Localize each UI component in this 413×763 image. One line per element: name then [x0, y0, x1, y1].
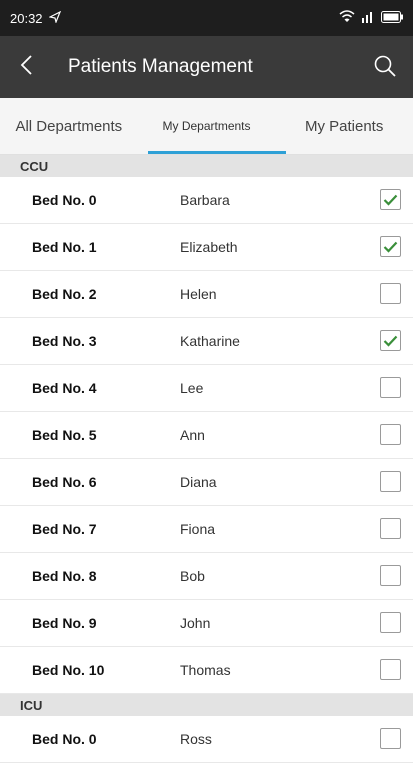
search-button[interactable]: [365, 48, 405, 88]
patient-row[interactable]: Bed No. 5 Ann: [0, 412, 413, 459]
patient-checkbox[interactable]: [380, 518, 401, 539]
patient-name: Diana: [180, 474, 217, 490]
back-button[interactable]: [0, 36, 54, 98]
checkmark-icon: [383, 241, 398, 253]
status-bar: 20:32: [0, 0, 413, 36]
patient-name: Barbara: [180, 192, 230, 208]
patient-name: Ann: [180, 427, 205, 443]
patient-row[interactable]: Bed No. 1 Elizabeth: [0, 224, 413, 271]
bed-number: Bed No. 8: [32, 568, 97, 584]
patient-name: Fiona: [180, 521, 216, 537]
patient-row[interactable]: Bed No. 3 Katharine: [0, 318, 413, 365]
bed-number: Bed No. 2: [32, 286, 97, 302]
patient-checkbox[interactable]: [380, 565, 401, 586]
patient-checkbox[interactable]: [380, 377, 401, 398]
patient-row[interactable]: Bed No. 10 Thomas: [0, 647, 413, 694]
battery-icon: [381, 10, 403, 26]
patient-list: CCU Bed No. 0 Barbara Bed No. 1 Elizabeth Bed…: [0, 155, 413, 763]
patient-checkbox[interactable]: [380, 330, 401, 351]
bed-number: Bed No. 0: [32, 731, 97, 747]
bed-number: Bed No. 9: [32, 615, 97, 631]
patient-checkbox[interactable]: [380, 283, 401, 304]
bed-number: Bed No. 0: [32, 192, 97, 208]
patient-name: Elizabeth: [180, 239, 238, 255]
patient-name: John: [180, 615, 211, 631]
checkmark-icon: [383, 335, 398, 347]
patient-row[interactable]: Bed No. 2 Helen: [0, 271, 413, 318]
app-bar: Patients Management: [0, 36, 413, 98]
patient-row[interactable]: Bed No. 0 Barbara: [0, 177, 413, 224]
page-title: Patients Management: [68, 56, 253, 77]
section-header: ICU: [0, 694, 413, 716]
patient-row[interactable]: Bed No. 7 Fiona: [0, 506, 413, 553]
checkmark-icon: [383, 194, 398, 206]
patient-row[interactable]: Bed No. 0 Ross: [0, 716, 413, 763]
patient-checkbox[interactable]: [380, 612, 401, 633]
bed-number: Bed No. 10: [32, 662, 105, 678]
bed-number: Bed No. 4: [32, 380, 97, 396]
patient-name: Helen: [180, 286, 217, 302]
patient-name: Katharine: [180, 333, 240, 349]
patient-name: Lee: [180, 380, 204, 396]
search-icon: [373, 54, 397, 83]
patient-checkbox[interactable]: [380, 659, 401, 680]
patient-row[interactable]: Bed No. 6 Diana: [0, 459, 413, 506]
tab-all-departments[interactable]: All Departments: [0, 98, 138, 154]
patient-checkbox[interactable]: [380, 728, 401, 749]
patient-checkbox[interactable]: [380, 424, 401, 445]
active-tab-indicator: [148, 151, 286, 154]
patient-row[interactable]: Bed No. 4 Lee: [0, 365, 413, 412]
bed-number: Bed No. 5: [32, 427, 97, 443]
wifi-icon: [339, 10, 355, 26]
tab-my-patients[interactable]: My Patients: [275, 98, 413, 154]
bed-number: Bed No. 3: [32, 333, 97, 349]
bed-number: Bed No. 7: [32, 521, 97, 537]
patient-row[interactable]: Bed No. 8 Bob: [0, 553, 413, 600]
patient-name: Thomas: [180, 662, 231, 678]
bed-number: Bed No. 1: [32, 239, 97, 255]
patient-name: Bob: [180, 568, 205, 584]
signal-icon: [361, 10, 375, 26]
section-header: CCU: [0, 155, 413, 177]
status-time: 20:32: [10, 10, 43, 26]
patient-name: Ross: [180, 731, 212, 747]
patient-checkbox[interactable]: [380, 471, 401, 492]
chevron-left-icon: [20, 54, 34, 81]
patient-checkbox[interactable]: [380, 236, 401, 257]
tab-bar: All Departments My Departments My Patien…: [0, 98, 413, 155]
navigation-icon: [47, 10, 61, 26]
bed-number: Bed No. 6: [32, 474, 97, 490]
patient-checkbox[interactable]: [380, 189, 401, 210]
tab-my-departments[interactable]: My Departments: [138, 98, 276, 154]
patient-row[interactable]: Bed No. 9 John: [0, 600, 413, 647]
